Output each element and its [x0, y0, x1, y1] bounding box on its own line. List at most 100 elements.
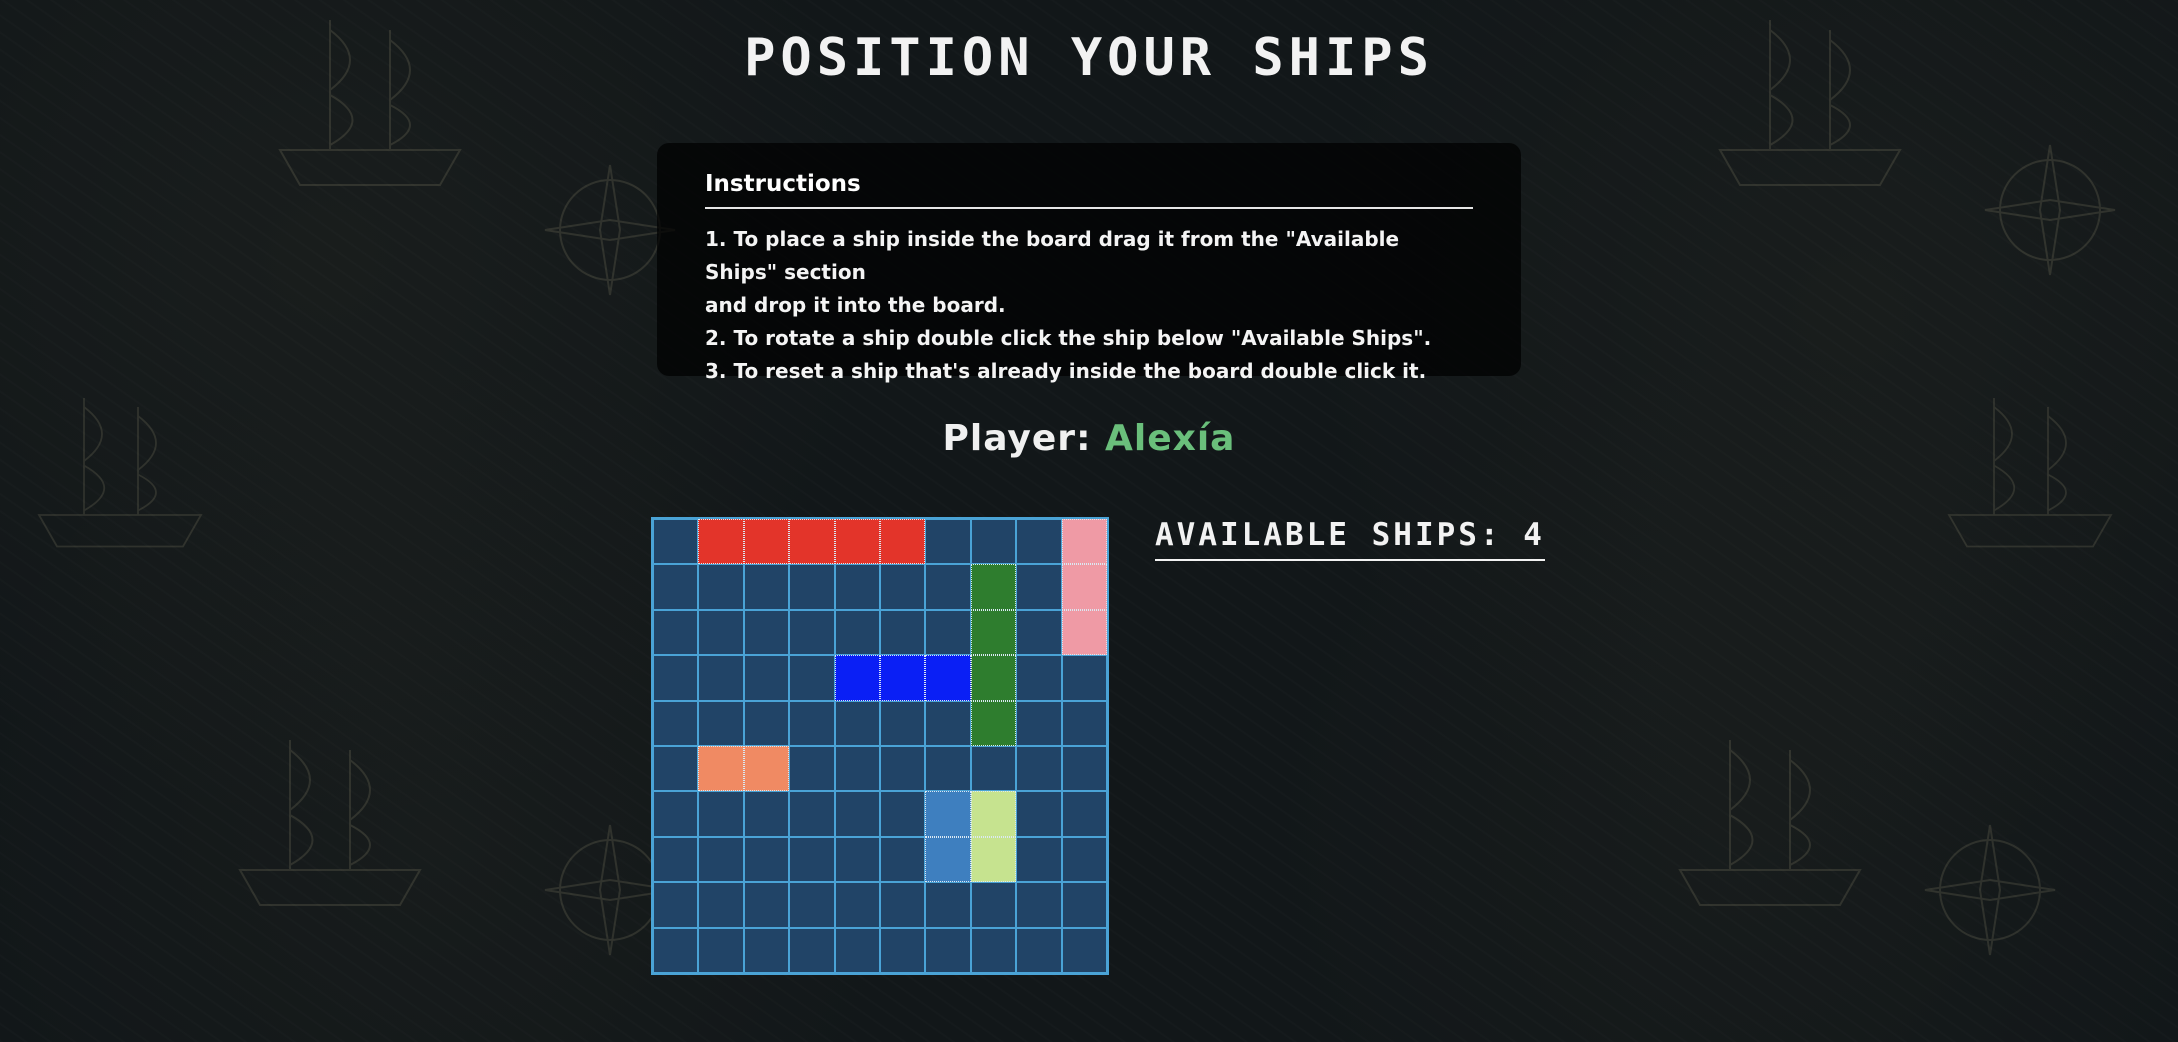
- board-cell[interactable]: [789, 836, 835, 883]
- board-cell[interactable]: [834, 746, 880, 792]
- steel-ship-cell[interactable]: [925, 836, 971, 883]
- board-cell[interactable]: [925, 519, 971, 565]
- steel-ship-cell[interactable]: [925, 791, 971, 837]
- board-cell[interactable]: [1061, 791, 1107, 837]
- board-cell[interactable]: [1016, 700, 1062, 746]
- board-cell[interactable]: [653, 746, 699, 792]
- board-cell[interactable]: [834, 882, 880, 928]
- board-cell[interactable]: [1061, 836, 1107, 883]
- board-cell[interactable]: [698, 836, 744, 883]
- board-cell[interactable]: [834, 927, 880, 973]
- board-cell[interactable]: [789, 609, 835, 656]
- board-cell[interactable]: [834, 836, 880, 883]
- red-ship-cell[interactable]: [834, 519, 880, 565]
- green-ship-cell[interactable]: [970, 609, 1017, 656]
- board-cell[interactable]: [743, 882, 790, 928]
- board-cell[interactable]: [925, 609, 971, 656]
- board-cell[interactable]: [653, 927, 699, 973]
- board-cell[interactable]: [925, 700, 971, 746]
- board-cell[interactable]: [880, 882, 926, 928]
- board-cell[interactable]: [1061, 655, 1107, 701]
- board-cell[interactable]: [834, 700, 880, 746]
- green-ship-cell[interactable]: [970, 655, 1017, 701]
- board-cell[interactable]: [1016, 655, 1062, 701]
- board-cell[interactable]: [789, 564, 835, 610]
- pink-ship-cell[interactable]: [1061, 519, 1107, 565]
- board-cell[interactable]: [743, 609, 790, 656]
- lime-ship-cell[interactable]: [970, 836, 1017, 883]
- board-cell[interactable]: [1016, 609, 1062, 656]
- board-cell[interactable]: [698, 564, 744, 610]
- board-cell[interactable]: [743, 791, 790, 837]
- board-cell[interactable]: [789, 700, 835, 746]
- board-cell[interactable]: [880, 836, 926, 883]
- blue-ship-cell[interactable]: [925, 655, 971, 701]
- board-cell[interactable]: [1061, 882, 1107, 928]
- board-cell[interactable]: [880, 927, 926, 973]
- orange-ship-cell[interactable]: [698, 746, 744, 792]
- board-cell[interactable]: [698, 791, 744, 837]
- board-cell[interactable]: [970, 882, 1017, 928]
- board-cell[interactable]: [880, 609, 926, 656]
- board-cell[interactable]: [653, 882, 699, 928]
- board-cell[interactable]: [1061, 700, 1107, 746]
- game-board[interactable]: [651, 517, 1109, 975]
- board-cell[interactable]: [653, 655, 699, 701]
- board-cell[interactable]: [698, 700, 744, 746]
- pink-ship-cell[interactable]: [1061, 564, 1107, 610]
- board-cell[interactable]: [1061, 927, 1107, 973]
- red-ship-cell[interactable]: [880, 519, 926, 565]
- board-cell[interactable]: [970, 746, 1017, 792]
- red-ship-cell[interactable]: [698, 519, 744, 565]
- board-cell[interactable]: [925, 746, 971, 792]
- board-cell[interactable]: [970, 927, 1017, 973]
- board-cell[interactable]: [653, 609, 699, 656]
- board-cell[interactable]: [789, 927, 835, 973]
- board-cell[interactable]: [653, 700, 699, 746]
- board-cell[interactable]: [834, 791, 880, 837]
- board-cell[interactable]: [925, 882, 971, 928]
- board-cell[interactable]: [1016, 791, 1062, 837]
- board-cell[interactable]: [653, 836, 699, 883]
- board-cell[interactable]: [789, 882, 835, 928]
- board-cell[interactable]: [1016, 746, 1062, 792]
- board-cell[interactable]: [743, 927, 790, 973]
- board-cell[interactable]: [880, 564, 926, 610]
- green-ship-cell[interactable]: [970, 564, 1017, 610]
- board-cell[interactable]: [1016, 882, 1062, 928]
- red-ship-cell[interactable]: [743, 519, 790, 565]
- board-cell[interactable]: [653, 519, 699, 565]
- board-cell[interactable]: [1061, 746, 1107, 792]
- board-cell[interactable]: [743, 655, 790, 701]
- board-cell[interactable]: [1016, 519, 1062, 565]
- board-cell[interactable]: [880, 700, 926, 746]
- board-cell[interactable]: [1016, 927, 1062, 973]
- lime-ship-cell[interactable]: [970, 791, 1017, 837]
- board-cell[interactable]: [653, 791, 699, 837]
- green-ship-cell[interactable]: [970, 700, 1017, 746]
- board-cell[interactable]: [698, 609, 744, 656]
- blue-ship-cell[interactable]: [880, 655, 926, 701]
- board-cell[interactable]: [743, 836, 790, 883]
- board-cell[interactable]: [925, 564, 971, 610]
- board-cell[interactable]: [1016, 836, 1062, 883]
- red-ship-cell[interactable]: [789, 519, 835, 565]
- board-cell[interactable]: [880, 746, 926, 792]
- board-cell[interactable]: [789, 791, 835, 837]
- board-cell[interactable]: [789, 655, 835, 701]
- board-cell[interactable]: [1016, 564, 1062, 610]
- board-cell[interactable]: [743, 564, 790, 610]
- board-cell[interactable]: [970, 519, 1017, 565]
- board-cell[interactable]: [789, 746, 835, 792]
- board-cell[interactable]: [834, 609, 880, 656]
- board-cell[interactable]: [743, 700, 790, 746]
- board-cell[interactable]: [925, 927, 971, 973]
- board-cell[interactable]: [698, 882, 744, 928]
- orange-ship-cell[interactable]: [743, 746, 790, 792]
- board-cell[interactable]: [834, 564, 880, 610]
- board-cell[interactable]: [698, 655, 744, 701]
- board-cell[interactable]: [880, 791, 926, 837]
- blue-ship-cell[interactable]: [834, 655, 880, 701]
- pink-ship-cell[interactable]: [1061, 609, 1107, 656]
- board-cell[interactable]: [653, 564, 699, 610]
